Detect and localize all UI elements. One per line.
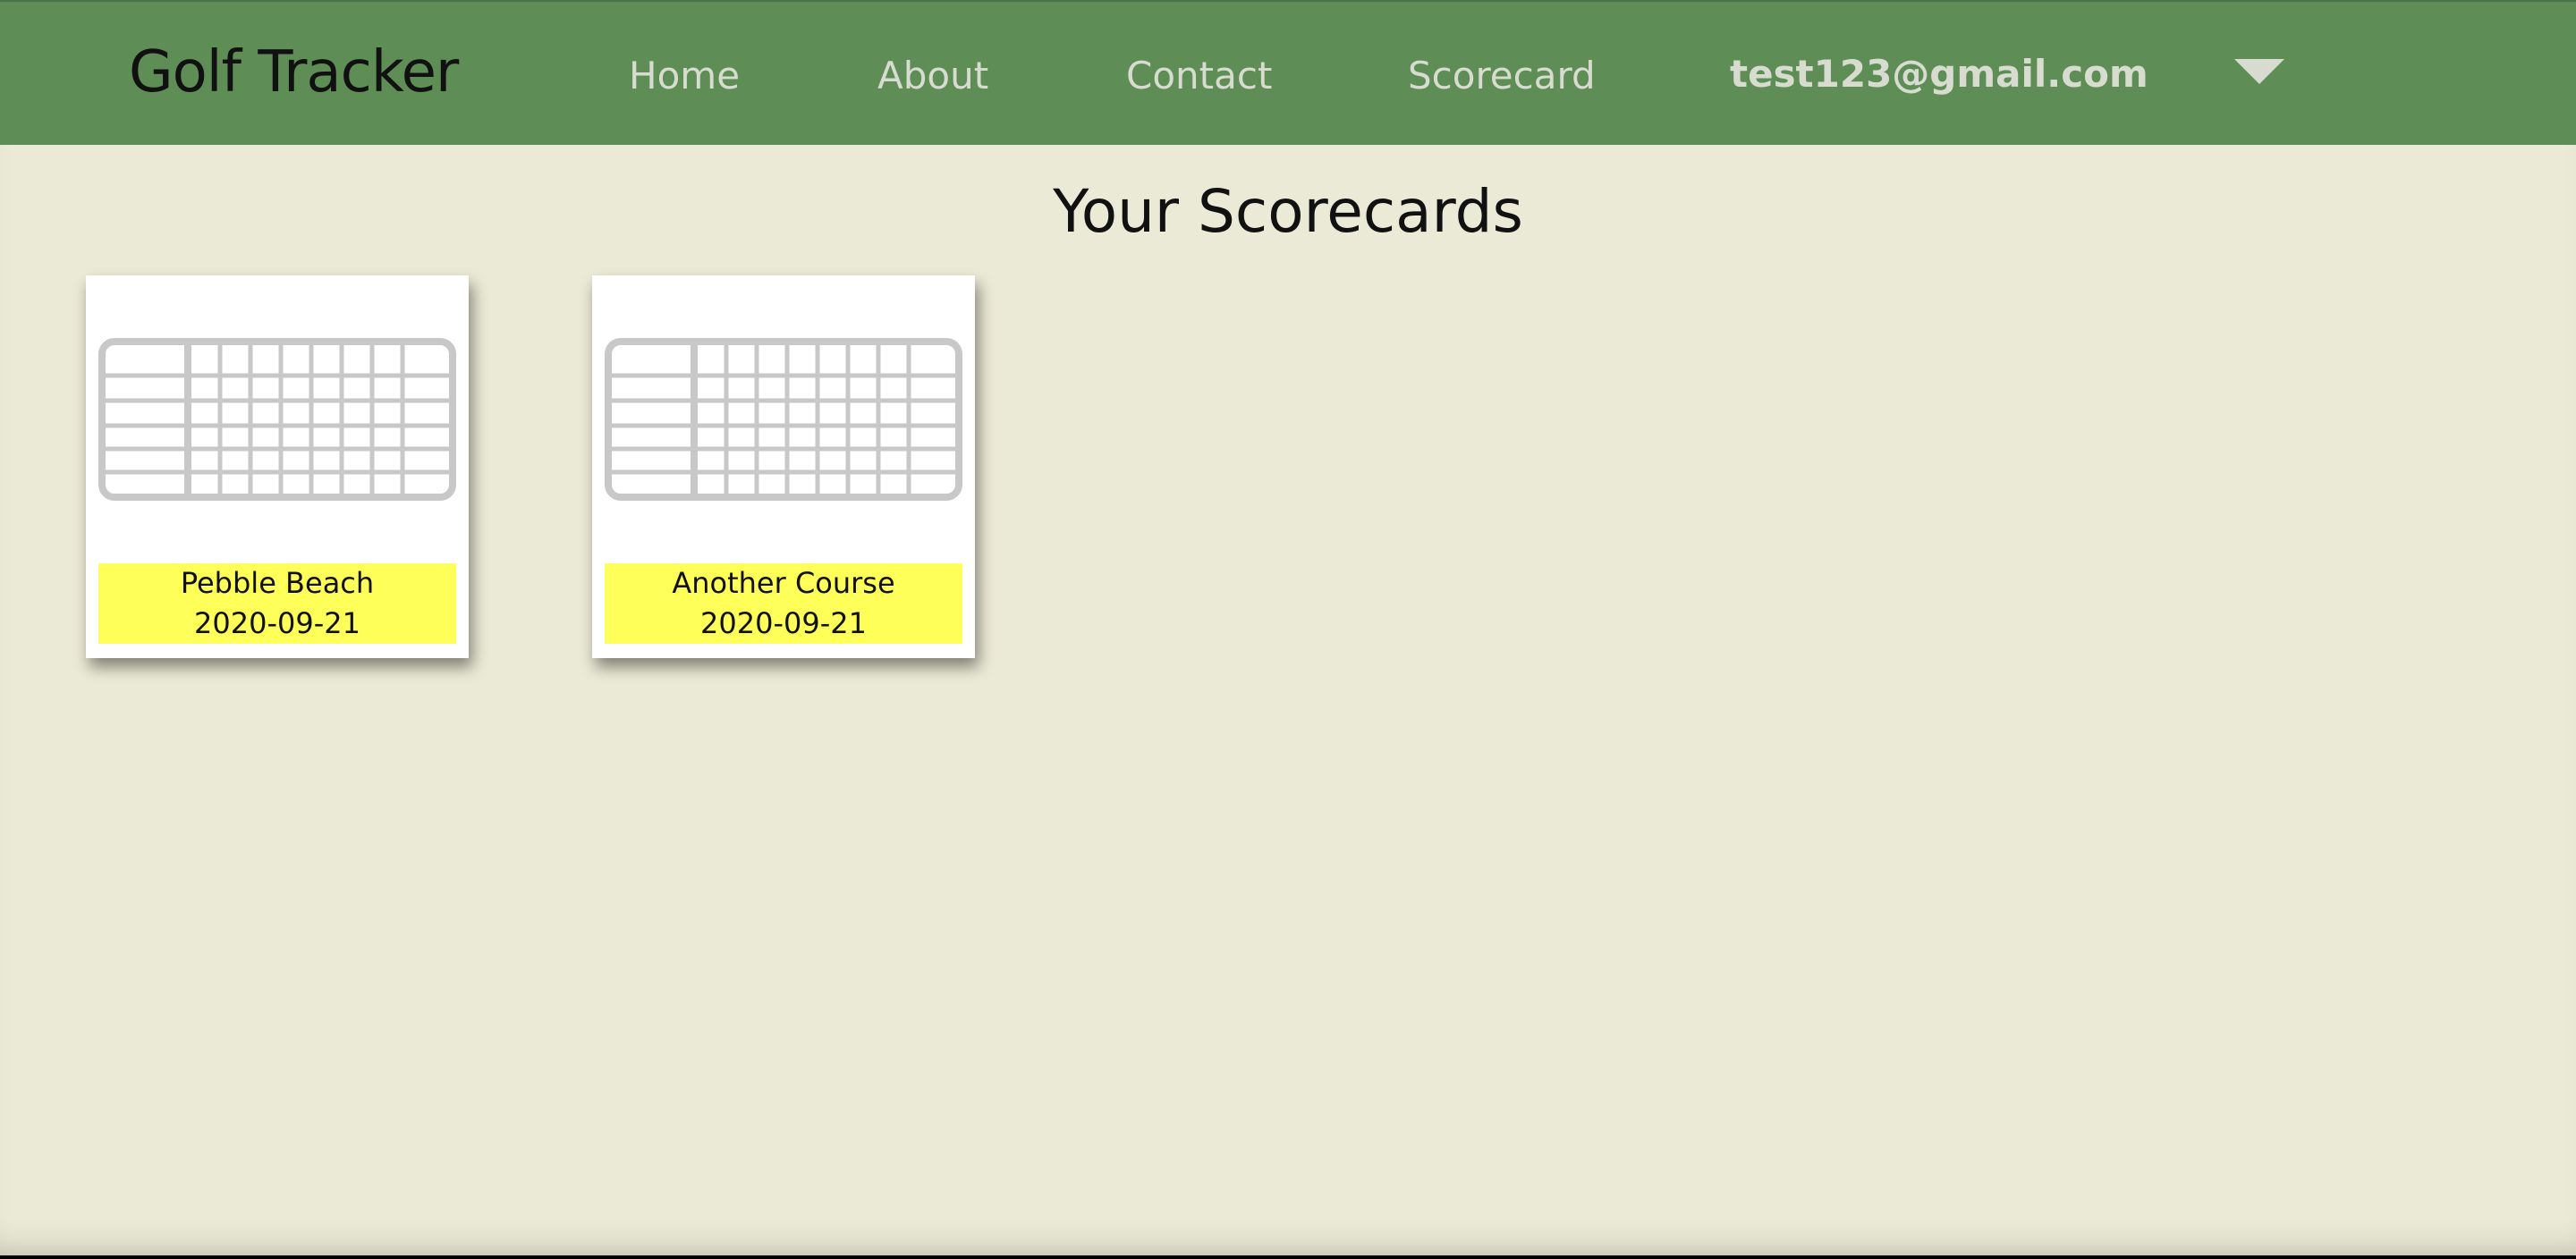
- nav-link-home[interactable]: Home: [629, 54, 740, 97]
- page-title: Your Scorecards: [1053, 177, 1523, 246]
- scorecard-card[interactable]: Another Course 2020-09-21: [592, 275, 975, 658]
- scorecard-label: Pebble Beach 2020-09-21: [98, 563, 456, 644]
- nav-link-contact[interactable]: Contact: [1126, 54, 1272, 97]
- scorecard-grid-icon: [605, 338, 962, 508]
- scorecard-card[interactable]: Pebble Beach 2020-09-21: [86, 275, 469, 658]
- scorecard-course-name: Pebble Beach: [180, 566, 375, 600]
- scorecard-label: Another Course 2020-09-21: [605, 563, 962, 644]
- user-email[interactable]: test123@gmail.com: [1730, 52, 2148, 96]
- scorecard-date: 2020-09-21: [700, 606, 867, 640]
- nav-link-scorecard[interactable]: Scorecard: [1408, 54, 1596, 97]
- navbar: Golf Tracker Home About Contact Scorecar…: [0, 0, 2576, 145]
- scorecard-date: 2020-09-21: [194, 606, 360, 640]
- page: Golf Tracker Home About Contact Scorecar…: [0, 0, 2576, 1255]
- scorecard-grid-icon: [98, 338, 456, 508]
- brand-logo[interactable]: Golf Tracker: [129, 39, 459, 106]
- caret-down-icon[interactable]: [2233, 57, 2286, 86]
- nav-link-about[interactable]: About: [877, 54, 988, 97]
- scorecard-course-name: Another Course: [672, 566, 895, 600]
